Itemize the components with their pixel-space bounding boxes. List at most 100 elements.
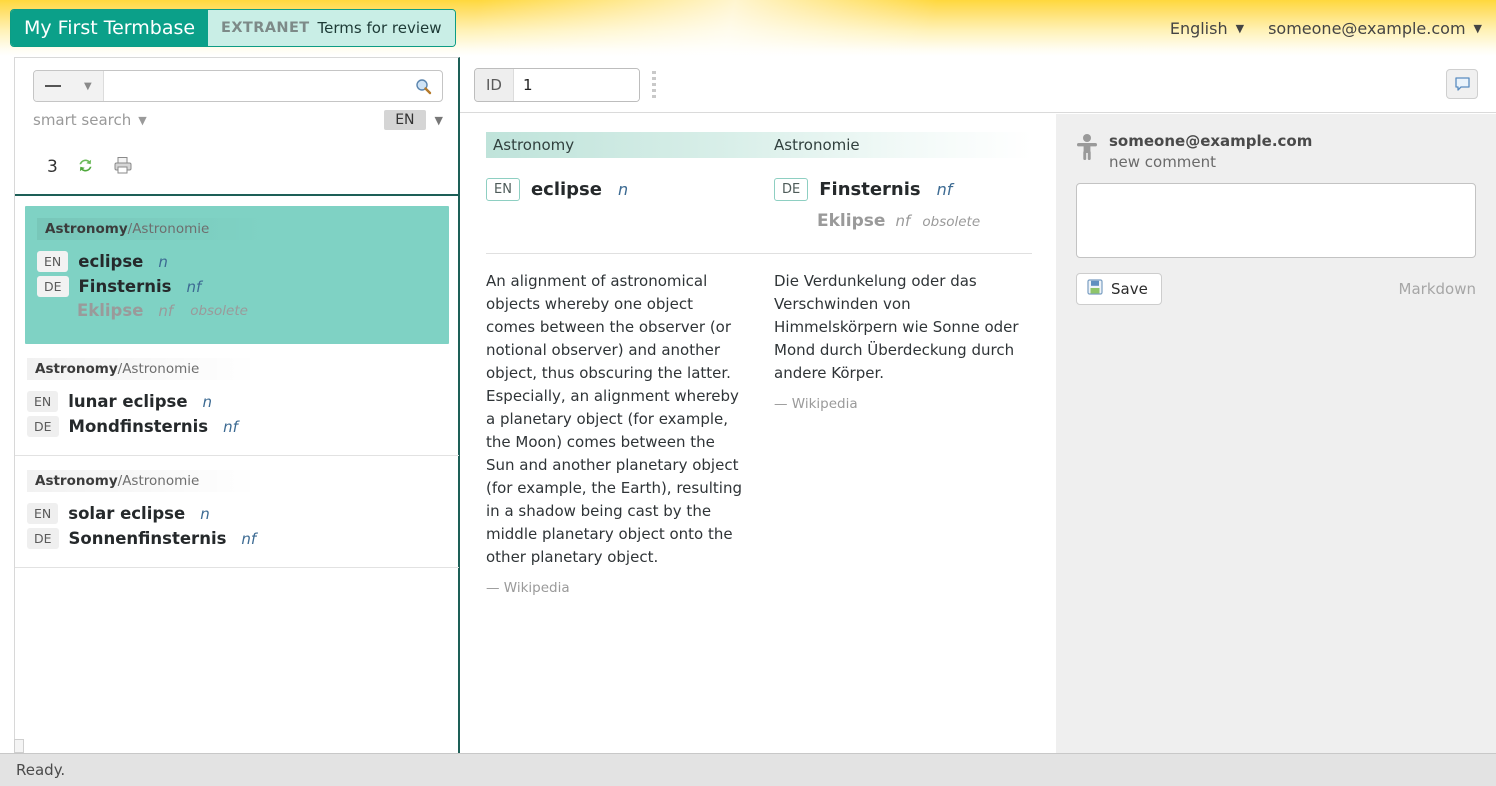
term-text: lunar eclipse — [68, 392, 187, 411]
search-icon[interactable] — [404, 71, 442, 101]
comment-header: someone@example.com new comment — [1076, 132, 1476, 171]
termbase-title[interactable]: My First Termbase — [11, 10, 208, 46]
entry-domain-target: Astronomie — [774, 136, 1032, 154]
part-of-speech: n — [200, 505, 210, 523]
chevron-down-icon: ▼ — [1236, 22, 1244, 35]
domain-target-label: Astronomie — [122, 361, 199, 377]
scrollbar-nub[interactable] — [14, 739, 24, 753]
domain-source-label: Astronomy — [45, 221, 128, 237]
comment-author: someone@example.com — [1109, 132, 1312, 150]
language-tag: EN — [27, 391, 58, 412]
language-chip: EN — [486, 178, 520, 201]
entry-terms-row: EN eclipse n DE Finsternis nf Eklipse nf… — [486, 178, 1032, 231]
part-of-speech: n — [618, 180, 628, 199]
part-of-speech: nf — [895, 212, 910, 230]
entry-target-term: DE Finsternis nf — [774, 178, 1032, 201]
smart-search-label: smart search — [33, 111, 131, 129]
search-scope-dropdown[interactable]: ▼ — [34, 71, 104, 101]
extranet-section[interactable]: EXTRANET Terms for review — [208, 10, 454, 46]
language-tag: DE — [27, 528, 59, 549]
part-of-speech: nf — [937, 180, 953, 199]
top-header: My First Termbase EXTRANET Terms for rev… — [0, 0, 1496, 56]
term-status: obsolete — [922, 214, 980, 230]
chevron-down-icon: ▼ — [84, 81, 92, 92]
part-of-speech: nf — [223, 418, 238, 436]
comment-textarea[interactable] — [1076, 183, 1476, 258]
source-definition-block: An alignment of astronomical objects whe… — [486, 270, 774, 596]
term-text: Eklipse — [817, 211, 885, 231]
result-term-row: EN eclipse n — [37, 251, 449, 272]
smart-search-dropdown[interactable]: smart search ▼ — [33, 111, 147, 129]
target-definition-text: Die Verdunkelung oder das Verschwinden v… — [774, 270, 1032, 385]
results-toolbar: 3 — [15, 140, 461, 196]
language-tag: EN — [27, 503, 58, 524]
id-label: ID — [475, 69, 514, 101]
domain-source-label: Astronomy — [35, 361, 118, 377]
part-of-speech: nf — [158, 302, 173, 320]
user-menu[interactable]: someone@example.com ▼ — [1268, 19, 1482, 38]
entry-target-column: DE Finsternis nf Eklipse nf obsolete — [774, 178, 1032, 231]
result-term-row: EN lunar eclipse n — [27, 391, 459, 412]
result-term-row: EN solar eclipse n — [27, 503, 459, 524]
term-text: Mondfinsternis — [69, 417, 209, 436]
chevron-down-icon: ▼ — [1474, 22, 1482, 35]
domain-target-label: Astronomie — [132, 221, 209, 237]
status-text: Ready. — [16, 761, 65, 779]
term-entry: Astronomy Astronomie EN eclipse n DE Fin… — [460, 114, 1056, 753]
source-definition-source: — Wikipedia — [486, 580, 744, 596]
result-term-row: DE Finsternis nf — [37, 276, 449, 297]
comment-bubble-icon[interactable] — [1446, 69, 1478, 99]
list-item[interactable]: Astronomy/Astronomie EN lunar eclipse n … — [15, 344, 459, 456]
part-of-speech: n — [158, 253, 168, 271]
comment-panel: someone@example.com new comment Save Mar… — [1056, 114, 1496, 753]
domain-badge: Astronomy/Astronomie — [27, 470, 259, 492]
id-navigation-box: ID — [474, 68, 640, 102]
language-tag: EN — [37, 251, 68, 272]
domain-badge: Astronomy/Astronomie — [27, 358, 259, 380]
results-list: Astronomy/Astronomie EN eclipse n DE Fin… — [15, 198, 459, 753]
print-icon[interactable] — [113, 156, 133, 179]
extranet-label: EXTRANET — [221, 20, 310, 36]
target-language-dropdown[interactable]: EN ▼ — [384, 110, 443, 130]
id-input[interactable] — [514, 69, 640, 101]
language-chip: DE — [774, 178, 808, 201]
term-text: eclipse — [531, 179, 602, 200]
domain-badge: Astronomy/Astronomie — [37, 218, 269, 240]
entry-domain-source: Astronomy — [486, 136, 774, 154]
comment-subtitle: new comment — [1109, 153, 1312, 171]
term-status: obsolete — [190, 303, 248, 319]
target-definition-source: — Wikipedia — [774, 396, 1032, 412]
part-of-speech: nf — [186, 278, 201, 296]
comment-meta: someone@example.com new comment — [1109, 132, 1312, 171]
comment-footer: Save Markdown — [1076, 273, 1476, 305]
user-menu-label: someone@example.com — [1268, 19, 1465, 38]
list-item[interactable]: Astronomy/Astronomie EN solar eclipse n … — [15, 456, 459, 568]
term-text: Finsternis — [79, 277, 172, 296]
search-row: ▼ — [33, 70, 443, 102]
entry-target-synonym: Eklipse nf obsolete — [817, 211, 1032, 231]
floppy-save-icon — [1087, 279, 1103, 299]
entry-toolbar: ID — [460, 57, 1496, 113]
term-text: Sonnenfinsternis — [69, 529, 227, 548]
part-of-speech: n — [203, 393, 213, 411]
search-scope-value — [45, 85, 61, 87]
search-input[interactable] — [104, 71, 404, 101]
entry-panel: ID Astronomy Astronomie EN eclipse — [460, 57, 1496, 753]
definitions-row: An alignment of astronomical objects whe… — [486, 254, 1032, 596]
refresh-icon[interactable] — [76, 156, 95, 179]
part-of-speech: nf — [241, 530, 256, 548]
terms-for-review-label: Terms for review — [318, 19, 442, 37]
entry-domain-bar: Astronomy Astronomie — [486, 132, 1032, 158]
domain-target-label: Astronomie — [122, 473, 199, 489]
language-selector[interactable]: English ▼ — [1170, 19, 1244, 38]
term-text: Eklipse — [77, 301, 143, 320]
list-item[interactable]: Astronomy/Astronomie EN eclipse n DE Fin… — [25, 206, 449, 344]
source-definition-text: An alignment of astronomical objects whe… — [486, 270, 744, 569]
chevron-down-icon: ▼ — [435, 114, 443, 127]
save-button[interactable]: Save — [1076, 273, 1162, 305]
term-text: eclipse — [78, 252, 143, 271]
status-bar: Ready. — [0, 753, 1496, 786]
search-results-panel: ▼ smart search ▼ EN ▼ 3 — [14, 57, 460, 753]
panel-splitter-handle[interactable] — [652, 71, 656, 101]
target-definition-block: Die Verdunkelung oder das Verschwinden v… — [774, 270, 1032, 596]
